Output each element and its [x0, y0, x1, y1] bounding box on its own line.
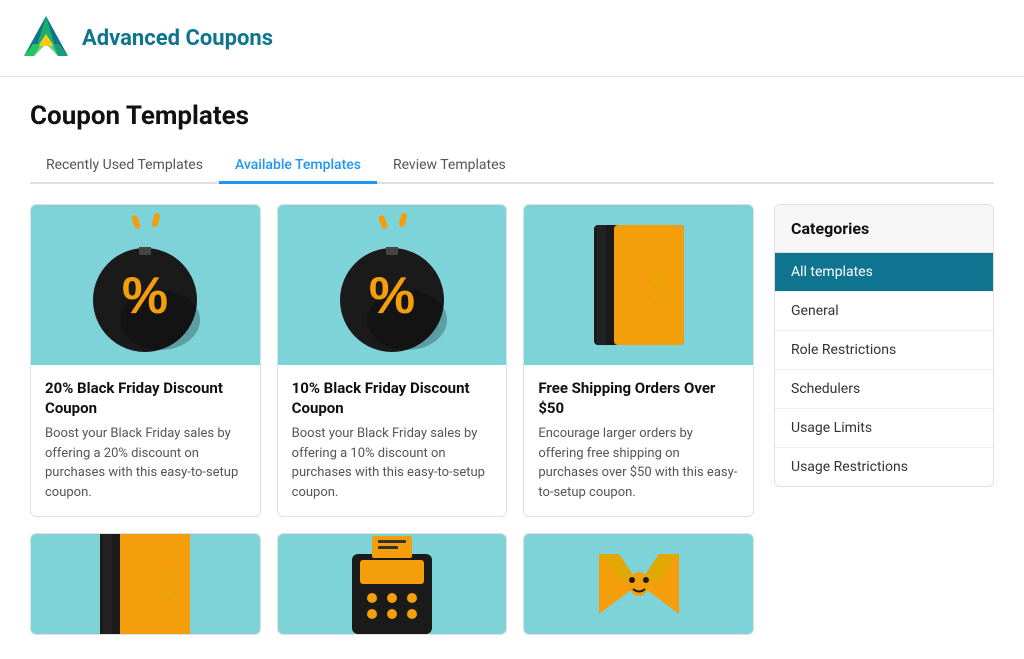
card-title: Free Shipping Orders Over $50: [538, 379, 739, 418]
header: Advanced Coupons: [0, 0, 1024, 77]
card-image: $: [31, 534, 260, 634]
card-image: %: [278, 205, 507, 365]
svg-text:$: $: [153, 563, 177, 612]
tabs-container: Recently Used Templates Available Templa…: [30, 149, 994, 184]
template-card-partial[interactable]: [277, 533, 508, 635]
card-image: $: [524, 205, 753, 365]
templates-grid: % 20% Black Friday Discount Coupon Boost…: [30, 204, 754, 635]
card-desc: Boost your Black Friday sales by offerin…: [292, 424, 493, 502]
card-image: [524, 534, 753, 634]
card-title: 10% Black Friday Discount Coupon: [292, 379, 493, 418]
card-desc: Encourage larger orders by offering free…: [538, 424, 739, 502]
content-wrapper: % 20% Black Friday Discount Coupon Boost…: [30, 204, 994, 635]
tab-available[interactable]: Available Templates: [219, 149, 377, 184]
template-card[interactable]: $ Free Shipping Orders Over $50 Encourag…: [523, 204, 754, 517]
page-title: Coupon Templates: [30, 101, 994, 131]
sidebar-item-general[interactable]: General: [775, 292, 993, 331]
sidebar-item-usage-restrictions[interactable]: Usage Restrictions: [775, 448, 993, 486]
sidebar-item-usage-limits[interactable]: Usage Limits: [775, 409, 993, 448]
sidebar-item-role-restrictions[interactable]: Role Restrictions: [775, 331, 993, 370]
card-body: 10% Black Friday Discount Coupon Boost y…: [278, 365, 507, 516]
sidebar-item-schedulers[interactable]: Schedulers: [775, 370, 993, 409]
sidebar-box: Categories All templates General Role Re…: [774, 204, 994, 487]
main-content: Coupon Templates Recently Used Templates…: [0, 77, 1024, 659]
logo-container: Advanced Coupons: [20, 12, 273, 64]
template-card-partial[interactable]: [523, 533, 754, 635]
bowtie-icon: [539, 534, 739, 634]
bomb-percent-icon-1: %: [45, 205, 245, 365]
tab-review[interactable]: Review Templates: [377, 149, 522, 184]
bomb-percent-icon-2: %: [292, 205, 492, 365]
template-card[interactable]: % 10% Black Friday Discount Coupon Boost…: [277, 204, 508, 517]
wallet-dark-icon: $: [45, 534, 245, 634]
card-body: Free Shipping Orders Over $50 Encourage …: [524, 365, 753, 516]
svg-text:$: $: [645, 263, 672, 316]
register-icon: [292, 534, 492, 634]
card-desc: Boost your Black Friday sales by offerin…: [45, 424, 246, 502]
sidebar-title: Categories: [775, 205, 993, 253]
card-title: 20% Black Friday Discount Coupon: [45, 379, 246, 418]
template-card[interactable]: % 20% Black Friday Discount Coupon Boost…: [30, 204, 261, 517]
card-body: 20% Black Friday Discount Coupon Boost y…: [31, 365, 260, 516]
card-image: [278, 534, 507, 634]
sidebar: Categories All templates General Role Re…: [774, 204, 994, 635]
card-image: %: [31, 205, 260, 365]
template-card-partial[interactable]: $: [30, 533, 261, 635]
logo-icon: [20, 12, 72, 64]
svg-text:%: %: [122, 267, 168, 325]
sidebar-item-all[interactable]: All templates: [775, 253, 993, 292]
wallet-icon: $: [539, 205, 739, 365]
tab-recently-used[interactable]: Recently Used Templates: [30, 149, 219, 184]
logo-text: Advanced Coupons: [82, 26, 273, 51]
svg-text:%: %: [369, 267, 415, 325]
